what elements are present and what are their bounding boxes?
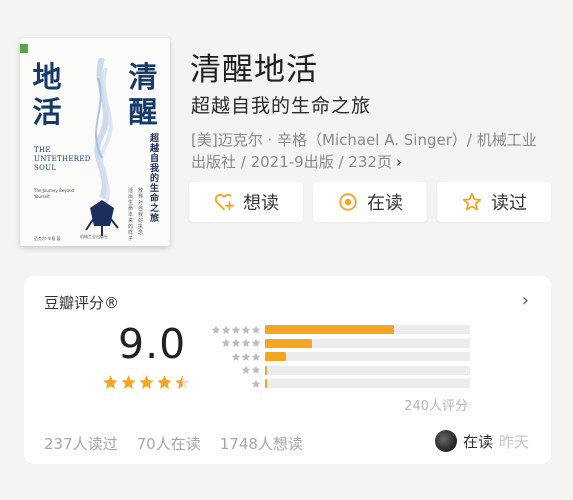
rating-label: 豆瓣评分® — [44, 294, 120, 312]
reading-button[interactable]: 在读 — [313, 182, 427, 222]
book-cover[interactable]: 地活 清醒 THE UNTETHERED SOUL The Journey Be… — [20, 38, 170, 246]
rating-bar-fill — [265, 338, 313, 348]
rating-count: 240人评分 — [404, 399, 468, 414]
rating-bar-fill — [265, 325, 395, 335]
star-outline-icon — [462, 192, 482, 211]
rating-bar-track — [265, 352, 470, 362]
rating-bar-stars — [208, 365, 261, 375]
rating-distribution — [208, 323, 470, 391]
reading-label: 在读 — [367, 193, 403, 214]
rating-card[interactable]: 豆瓣评分® › 9.0 240人评分 237人读过 70人在读 1748人想读 … — [24, 276, 551, 464]
book-title: 清醒地活 — [190, 52, 318, 88]
star-gray-icon — [231, 352, 241, 361]
rating-bar-fill — [265, 352, 286, 362]
rating-bar-track — [265, 338, 470, 348]
rating-score: 9.0 — [118, 320, 187, 368]
rating-bar-track — [265, 365, 470, 375]
avatar — [434, 430, 457, 452]
rating-bar-stars — [208, 325, 261, 335]
reader-stats: 237人读过 70人在读 1748人想读 — [44, 433, 303, 454]
rating-stars — [102, 374, 191, 391]
rating-bar-1-star — [208, 377, 470, 391]
rating-bar-fill — [265, 365, 268, 375]
star-gray-icon — [251, 379, 261, 388]
cover-tagline-1: 放弃对自我的执念 — [138, 188, 144, 236]
rating-bar-fill — [265, 379, 267, 389]
rating-bar-2-star — [208, 364, 470, 378]
cover-smoke-illustration — [85, 58, 119, 236]
cover-english-subtitle: The Journey Beyond Yourself — [34, 188, 75, 199]
cover-tagline-2: 活出生命本来的样子 — [128, 188, 134, 242]
cover-tag — [20, 44, 28, 53]
star-gray-icon — [231, 339, 241, 347]
have-read-label: 读过 — [491, 193, 527, 214]
book-meta-line-2: 出版社 / 2021-9出版 / 232页 — [191, 153, 392, 171]
book-meta-line-2-wrap: 出版社 / 2021-9出版 / 232页 › — [191, 151, 561, 173]
heart-plus-icon — [214, 193, 235, 211]
read-count[interactable]: 237人读过 — [44, 433, 118, 454]
rating-bar-3-star — [208, 350, 470, 364]
rating-bar-stars — [208, 379, 261, 389]
star-half-icon — [175, 375, 190, 389]
cover-english-title: THE UNTETHERED SOUL — [34, 146, 91, 172]
friend-status: 在读 — [462, 432, 493, 451]
friend-time: 昨天 — [498, 432, 529, 451]
reading-count[interactable]: 70人在读 — [137, 433, 201, 454]
rating-bar-5-star — [208, 323, 470, 337]
cover-title-left: 地活 — [32, 60, 62, 129]
rating-bar-stars — [208, 352, 261, 362]
book-meta-line-1: [美]迈克尔 · 辛格（Michael A. Singer）/ 机械工业 — [191, 131, 537, 149]
chevron-right-icon: › — [395, 153, 402, 171]
star-gray-icon — [241, 366, 251, 374]
rating-bar-track — [265, 379, 470, 389]
target-icon — [339, 193, 357, 211]
cover-publisher: 机械工业出版社 — [80, 234, 108, 239]
star-gray-icon — [251, 339, 261, 347]
star-filled-icon — [157, 375, 172, 389]
have-read-button[interactable]: 读过 — [437, 182, 551, 222]
cover-authors: 迈克尔·辛格 著 — [34, 236, 61, 241]
book-subtitle: 超越自我的生命之旅 — [191, 95, 372, 117]
want-count[interactable]: 1748人想读 — [220, 433, 303, 454]
star-gray-icon — [221, 339, 231, 347]
book-meta[interactable]: [美]迈克尔 · 辛格（Michael A. Singer）/ 机械工业 出版社… — [191, 129, 561, 173]
friend-activity[interactable]: 在读 昨天 — [434, 430, 529, 452]
star-gray-icon — [241, 339, 251, 347]
chevron-right-icon[interactable]: › — [522, 290, 529, 311]
star-filled-icon — [139, 375, 154, 389]
star-gray-icon — [211, 325, 221, 334]
rating-bar-4-star — [208, 337, 470, 351]
star-filled-icon — [103, 375, 118, 389]
want-to-read-label: 想读 — [243, 193, 279, 214]
star-gray-icon — [251, 352, 261, 361]
star-gray-icon — [221, 325, 231, 334]
star-gray-icon — [251, 366, 261, 374]
cover-title-right: 清醒 — [128, 60, 158, 129]
cover-vertical-subtitle: 超越自我的生命之旅 — [150, 134, 160, 224]
star-gray-icon — [241, 352, 251, 361]
want-to-read-button[interactable]: 想读 — [189, 182, 303, 222]
star-gray-icon — [231, 325, 241, 334]
star-gray-icon — [251, 325, 261, 334]
star-filled-icon — [121, 375, 136, 389]
rating-bar-stars — [208, 338, 261, 348]
rating-bar-track — [265, 325, 470, 335]
star-gray-icon — [241, 325, 251, 334]
